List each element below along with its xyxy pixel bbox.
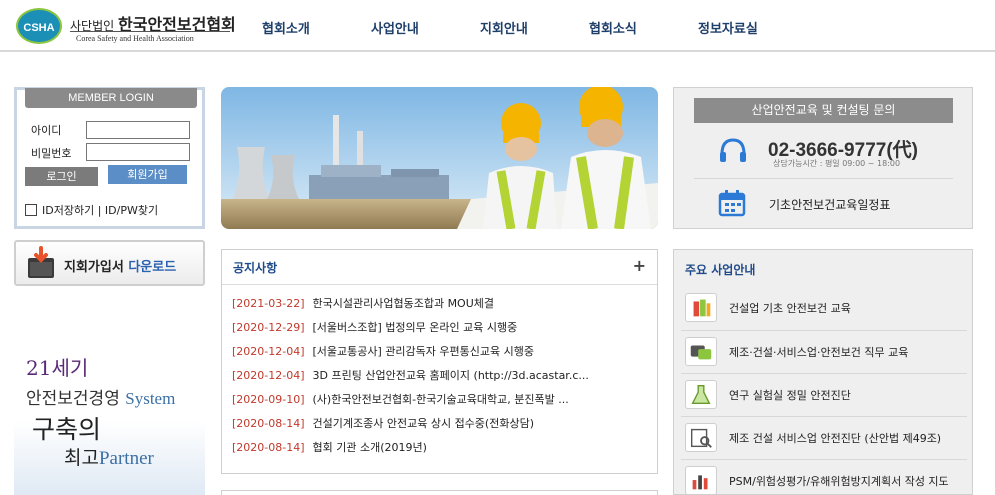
business-panel: 주요 사업안내 건설업 기초 안전보건 교육 제조·건설·서비스업·안전보건 직…	[673, 249, 973, 495]
slogan-line-3: 구축의	[32, 415, 102, 444]
password-label: 비밀번호	[31, 147, 72, 160]
nav-news[interactable]: 협회소식	[589, 18, 637, 37]
join-button[interactable]: 회원가입	[108, 165, 187, 184]
consulting-hours: 상담가능시간 : 평일 09:00 ~ 18:00	[773, 159, 901, 168]
id-input[interactable]	[86, 121, 190, 139]
slogan-line-2: 안전보건경영 System	[26, 389, 176, 409]
nav-about[interactable]: 협회소개	[262, 18, 310, 37]
download-folder-icon	[28, 246, 54, 278]
notice-item[interactable]: [2020-12-29] [서울버스조합] 법정의무 온라인 교육 시행중	[232, 319, 652, 343]
next-board-edge	[221, 490, 658, 495]
branch-form-download-button[interactable]: 지회가입서 다운로드	[14, 240, 205, 286]
business-item-lab-diagnosis[interactable]: 연구 실험실 정밀 안전진단	[681, 373, 967, 416]
notice-title: 공지사항	[233, 261, 278, 275]
login-button[interactable]: 로그인	[25, 167, 98, 186]
nav-business[interactable]: 사업안내	[371, 18, 419, 37]
calendar-icon	[718, 190, 746, 217]
main-banner-image	[221, 87, 658, 229]
slogan-banner: 21세기 안전보건경영 System 구축의 최고Partner	[14, 330, 205, 495]
notice-item[interactable]: [2021-03-22] 한국시설관리사업협동조합과 MOU체결	[232, 295, 652, 319]
logo-divider	[70, 31, 230, 32]
member-login-panel: MEMBER LOGIN 아이디 비밀번호 로그인 회원가입 ID저장하기 | …	[14, 87, 205, 229]
business-item-construction-basic[interactable]: 건설업 기초 안전보건 교육	[681, 287, 967, 330]
site-header: CSHA 사단법인 한국안전보건협회 Corea Safety and Heal…	[0, 0, 995, 52]
notice-item[interactable]: [2020-12-04] [서울교통공사] 관리감독자 우편통신교육 시행중	[232, 343, 652, 367]
password-input[interactable]	[86, 143, 190, 161]
logo-badge: CSHA	[16, 8, 62, 44]
notice-list: [2021-03-22] 한국시설관리사업협동조합과 MOU체결 [2020-12…	[232, 295, 652, 463]
logo-english: Corea Safety and Health Association	[76, 34, 194, 43]
download-label: 지회가입서 다운로드	[64, 260, 177, 275]
headset-icon	[720, 138, 746, 162]
slogan-line-1: 21세기	[26, 356, 89, 380]
login-links[interactable]: ID저장하기 | ID/PW찾기	[42, 202, 158, 218]
consulting-divider	[694, 178, 953, 179]
bottles-icon	[685, 293, 717, 322]
business-item-safety-diagnosis[interactable]: 제조 건설 서비스업 안전진단 (산안법 제49조)	[681, 416, 967, 459]
notice-board: 공지사항 + [2021-03-22] 한국시설관리사업협동조합과 MOU체결 […	[221, 249, 658, 474]
login-title: MEMBER LOGIN	[25, 88, 197, 108]
chart-icon	[685, 466, 717, 495]
notice-more-button[interactable]: +	[633, 256, 646, 275]
notice-item[interactable]: [2020-09-10] (사)한국안전보건협회-한국기술교육대학교, 분진폭발 …	[232, 391, 652, 415]
nav-branches[interactable]: 지회안내	[480, 18, 528, 37]
consulting-title: 산업안전교육 및 컨설팅 문의	[694, 98, 953, 123]
business-item-psm[interactable]: PSM/위험성평가/유해위험방지계획서 작성 지도	[681, 459, 967, 495]
nav-resources[interactable]: 정보자료실	[698, 18, 758, 37]
inspect-icon	[685, 423, 717, 452]
business-list: 건설업 기초 안전보건 교육 제조·건설·서비스업·안전보건 직무 교육 연구 …	[674, 287, 974, 495]
save-id-checkbox[interactable]	[25, 204, 37, 216]
notice-divider	[222, 284, 657, 285]
consulting-panel: 산업안전교육 및 컨설팅 문의 02-3666-9777(代) 상담가능시간 :…	[673, 87, 973, 229]
business-item-job-training[interactable]: 제조·건설·서비스업·안전보건 직무 교육	[681, 330, 967, 373]
site-logo[interactable]: CSHA 사단법인 한국안전보건협회 Corea Safety and Heal…	[16, 8, 236, 46]
notice-item[interactable]: [2020-08-14] 건설기계조종사 안전교육 상시 접수중(전화상담)	[232, 415, 652, 439]
notice-item[interactable]: [2020-08-14] 협회 기관 소개(2019년)	[232, 439, 652, 463]
flask-icon	[685, 380, 717, 409]
id-label: 아이디	[31, 124, 62, 137]
business-title: 주요 사업안내	[685, 263, 756, 277]
chat-icon	[685, 337, 717, 366]
slogan-line-4: 최고Partner	[64, 447, 154, 469]
education-schedule-link[interactable]: 기초안전보건교육일정표	[769, 196, 890, 213]
notice-item[interactable]: [2020-12-04] 3D 프린팅 산업안전교육 홈페이지 (http://3…	[232, 367, 652, 391]
